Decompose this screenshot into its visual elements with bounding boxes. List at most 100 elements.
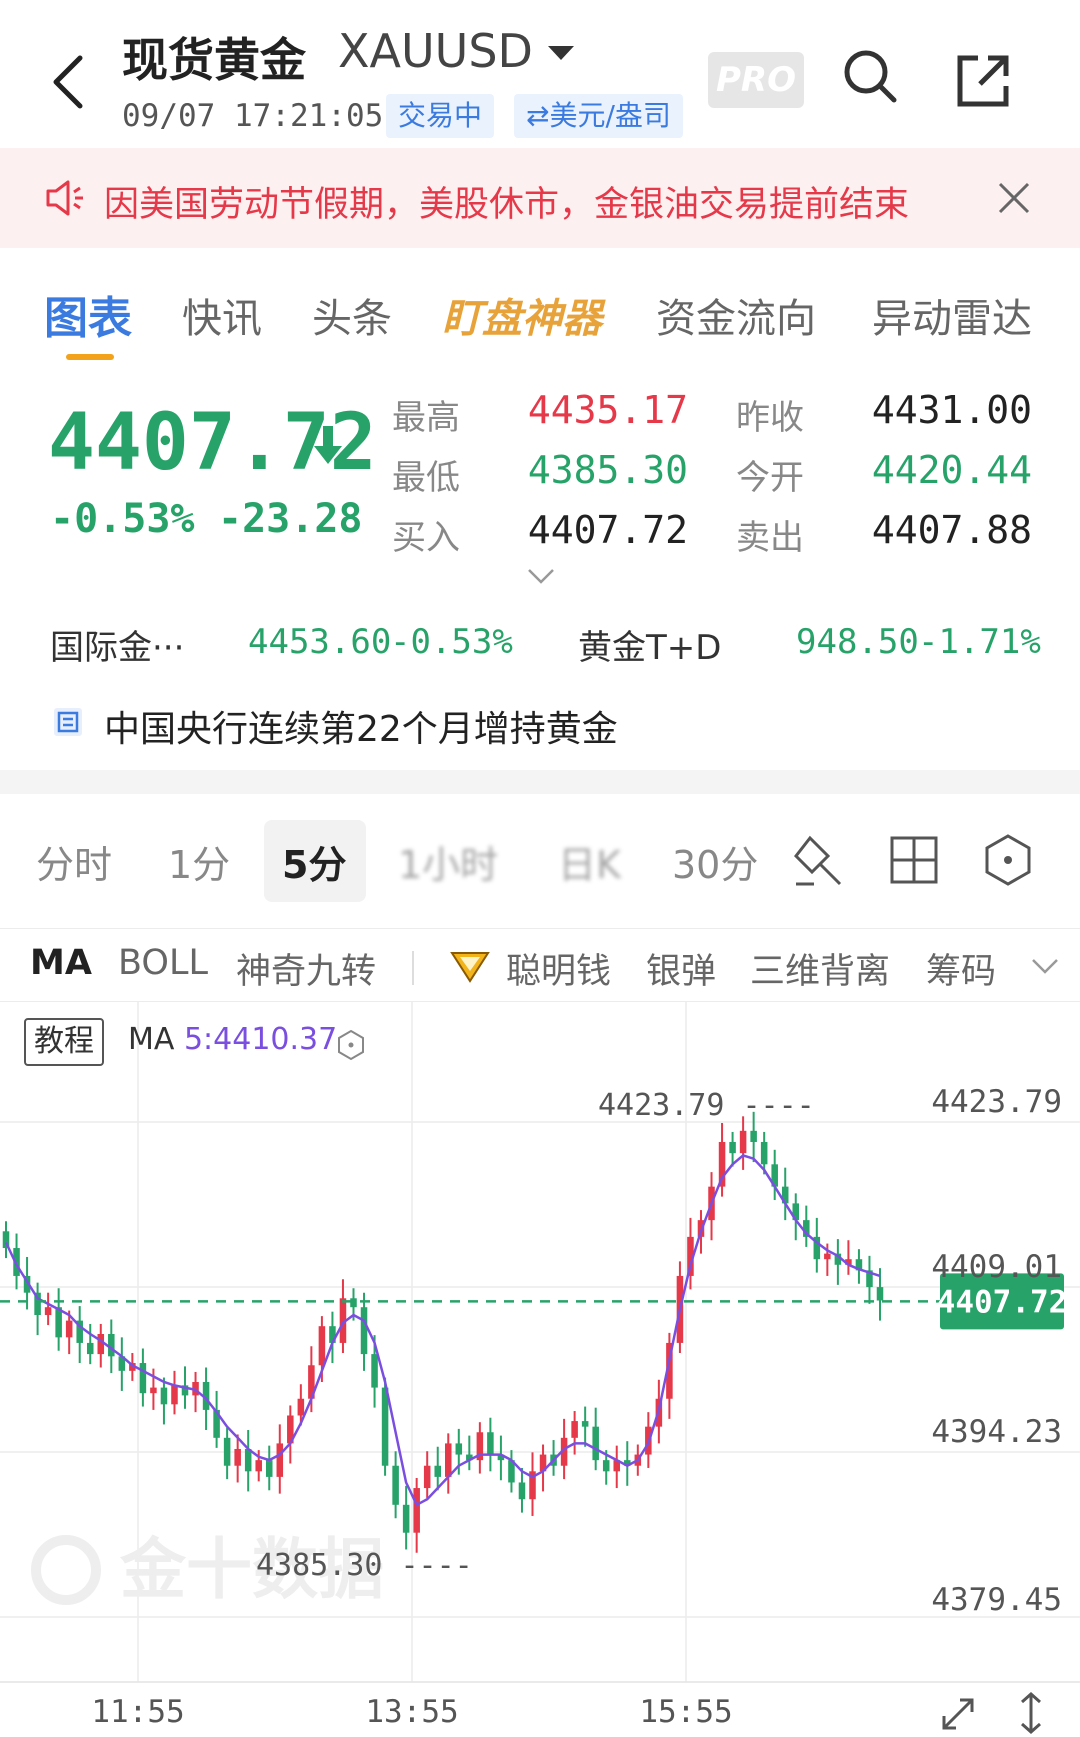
candle-body [244, 1448, 252, 1472]
candle-body [518, 1482, 526, 1500]
period-1min[interactable]: 1分 [168, 834, 230, 889]
bid-value: 4407.72 [527, 508, 688, 552]
candle-body [150, 1387, 157, 1394]
candle-body [434, 1465, 441, 1477]
period-time-share[interactable]: 分时 [36, 834, 112, 889]
candle-body [445, 1443, 452, 1477]
kline-chart[interactable]: 金十数据 4407.72 4423.79 4409.01 4394.23 4379.45 4… [0, 1002, 1080, 1737]
candle-body [86, 1342, 94, 1355]
ma-legend: MA 5:4410.37 [128, 1022, 337, 1057]
y-axis-label: 4409.01 [931, 1249, 1062, 1285]
prev-close-value: 4431.00 [871, 388, 1032, 432]
ma-legend-value: 5:4410.37 [183, 1022, 338, 1057]
related-name-intl-gold[interactable]: 国际金··· [50, 620, 184, 669]
candle-body [739, 1130, 747, 1154]
trading-status-badge: 交易中 [386, 94, 495, 138]
fullscreen-icon[interactable] [936, 1692, 980, 1736]
candle-body [139, 1363, 147, 1394]
news-icon [54, 708, 82, 736]
section-divider [0, 770, 1080, 794]
y-axis-label: 4379.45 [931, 1582, 1062, 1618]
candle-body [97, 1333, 105, 1355]
tab-anomaly-radar[interactable]: 异动雷达 [872, 286, 1032, 344]
chart-canvas[interactable]: 金十数据4407.724423.794409.014394.234379.454… [0, 1002, 1080, 1737]
last-price-tag-text: 4407.72 [937, 1284, 1068, 1320]
tab-fund-flow[interactable]: 资金流向 [656, 286, 816, 344]
candle-body [171, 1385, 178, 1405]
tutorial-button[interactable]: 教程 [24, 1018, 104, 1066]
high-label: 最高 [392, 398, 460, 438]
indicator-boll[interactable]: BOLL [118, 943, 208, 983]
bid-label: 买入 [392, 518, 460, 558]
candle-body [234, 1448, 241, 1466]
period-5min[interactable]: 5分 [282, 834, 346, 889]
related-pct-gold-td: -1.71% [918, 622, 1041, 662]
indicator-silver-bullet[interactable]: 银弹 [646, 943, 716, 994]
candle-body [487, 1432, 494, 1455]
share-icon[interactable] [954, 50, 1014, 110]
speaker-icon [46, 180, 83, 216]
chevron-down-icon[interactable] [526, 566, 556, 586]
indicator-ma[interactable]: MA [30, 943, 92, 983]
scale-toggle-icon[interactable] [1016, 1690, 1046, 1736]
candle-body [423, 1465, 431, 1489]
header: 现货黄金 XAUUSD 09/07 17:21:05 交易中 ⇄美元/盎司 PR… [0, 0, 1080, 148]
period-daily[interactable]: 日K [558, 834, 621, 889]
back-icon[interactable] [46, 52, 90, 112]
settings-icon[interactable] [334, 1028, 368, 1062]
x-axis-label: 13:55 [365, 1694, 458, 1730]
x-axis-label: 11:55 [91, 1694, 184, 1730]
open-value: 4420.44 [871, 448, 1032, 492]
candle-body [255, 1460, 262, 1472]
candle-body [65, 1320, 73, 1338]
draw-tool-icon[interactable] [790, 830, 850, 890]
prev-close-label: 昨收 [736, 398, 804, 438]
related-price-gold-td: 948.50 [796, 622, 919, 662]
tab-headlines[interactable]: 头条 [312, 286, 392, 344]
news-headline[interactable]: 中国央行连续第22个月增持黄金 [104, 700, 618, 752]
notice-text[interactable]: 因美国劳动节假期，美股休市，金银油交易提前结束 [104, 176, 909, 227]
candle-body [876, 1287, 884, 1301]
watermark-logo [31, 1535, 101, 1605]
indicator-chips[interactable]: 筹码 [926, 943, 1020, 994]
high-value: 4435.17 [527, 388, 688, 432]
close-icon[interactable] [996, 180, 1032, 216]
tab-watch-tool[interactable]: 盯盘神器 [442, 286, 602, 344]
period-1hour[interactable]: 1小时 [398, 834, 498, 889]
chevron-down-icon[interactable] [1030, 957, 1060, 975]
candle-body [44, 1307, 52, 1316]
candle-body [318, 1326, 326, 1366]
candle-body [297, 1398, 305, 1416]
tab-chart[interactable]: 图表 [44, 282, 132, 346]
layout-grid-icon[interactable] [884, 830, 944, 890]
candle-body [371, 1354, 378, 1388]
candle-body [760, 1141, 768, 1165]
indicator-3d-divergence[interactable]: 三维背离 [750, 943, 890, 994]
page-title: 现货黄金 [122, 33, 306, 87]
candle-body [276, 1443, 284, 1477]
change-percent: -0.53% [50, 496, 195, 542]
low-label: 最低 [392, 458, 460, 498]
ask-label: 卖出 [736, 518, 804, 558]
candle-body [402, 1504, 410, 1533]
symbol-selector[interactable]: XAUUSD [338, 24, 533, 78]
tab-flash[interactable]: 快讯 [182, 286, 262, 344]
candle-body [360, 1307, 368, 1355]
content-tabs: 图表 快讯 头条 盯盘神器 资金流向 异动雷达 [0, 248, 1080, 368]
related-name-gold-td[interactable]: 黄金T+D [578, 620, 721, 669]
candle-body [381, 1387, 389, 1466]
indicator-divider [412, 951, 414, 985]
candle-body [824, 1253, 831, 1260]
ask-value: 4407.88 [871, 508, 1032, 552]
period-30min[interactable]: 30分 [672, 834, 758, 889]
chart-settings-icon[interactable] [978, 830, 1038, 890]
pro-badge[interactable]: PRO [708, 52, 804, 108]
quote-datetime: 09/07 17:21:05 [122, 98, 384, 134]
indicator-smart-money[interactable]: 聪明钱 [506, 943, 611, 994]
candle-body [592, 1426, 599, 1461]
currency-unit-toggle[interactable]: ⇄美元/盎司 [514, 94, 683, 138]
search-icon[interactable] [840, 46, 900, 106]
caret-down-icon[interactable] [548, 46, 574, 60]
low-value: 4385.30 [527, 448, 688, 492]
indicator-td-nine[interactable]: 神奇九转 [236, 943, 376, 994]
